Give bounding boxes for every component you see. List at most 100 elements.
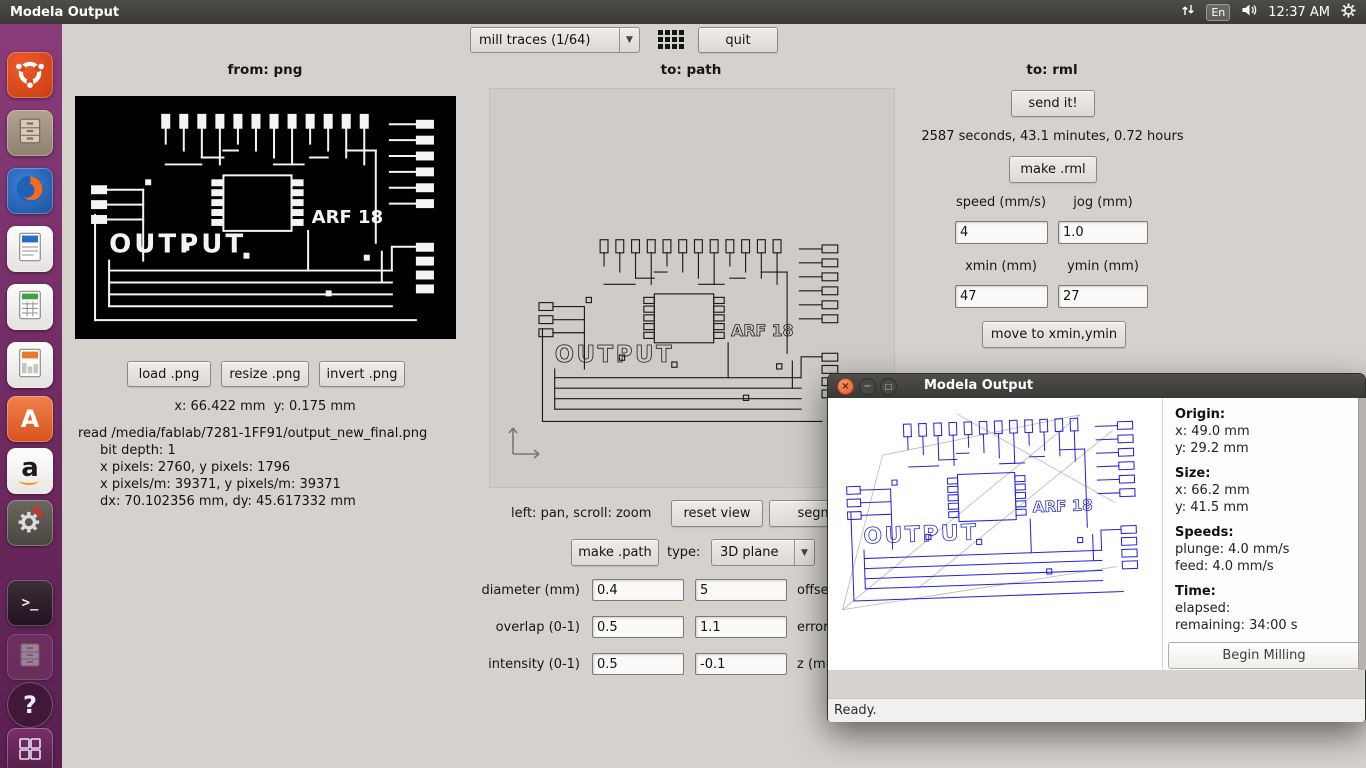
svg-text:OUTPUT: OUTPUT [863,520,979,549]
plunge-speed: plunge: 4.0 mm/s [1175,542,1290,557]
network-arrows-icon[interactable] [1181,3,1195,21]
impress-presentation-icon [16,347,44,383]
origin-y: y: 29.2 mm [1175,441,1249,456]
amazon-smile-icon [19,476,39,485]
invert-png-button[interactable]: invert .png [319,361,405,387]
info-line-ppm: x pixels/m: 39371, y pixels/m: 39371 [100,477,341,492]
make-path-button[interactable]: make .path [571,539,659,566]
size-header: Size: [1175,466,1211,481]
info-line-pixels: x pixels: 2760, y pixels: 1796 [100,460,291,475]
volume-icon[interactable] [1241,3,1257,21]
launcher-item-libreoffice-calc[interactable] [7,284,53,330]
svg-text:ARF 18: ARF 18 [731,321,793,340]
diameter-input[interactable] [592,579,684,601]
overlap-input[interactable] [592,616,684,638]
intensity-label: intensity (0-1) [488,657,580,672]
firefox-icon [13,172,47,210]
send-it-button[interactable]: send it! [1011,90,1095,117]
chevron-down-icon: ▼ [794,540,814,565]
ubuntu-logo-icon [15,58,45,92]
axes-icon [508,427,540,459]
speeds-header: Speeds: [1175,525,1234,540]
minimize-icon[interactable]: − [859,378,876,395]
overlap-label: overlap (0-1) [495,620,580,635]
launcher-item-amazon[interactable]: a [7,448,53,494]
svg-text:OUTPUT: OUTPUT [109,230,246,260]
svg-text:OUTPUT: OUTPUT [555,342,675,368]
elapsed-time: elapsed: [1175,601,1231,616]
settings-gear-icon [14,505,46,541]
svg-text:ARF 18: ARF 18 [312,207,384,228]
reset-view-button[interactable]: reset view [671,500,763,527]
keyboard-indicator[interactable]: En [1206,3,1231,21]
jog-input[interactable] [1058,221,1148,244]
z-input[interactable] [695,653,787,675]
speed-label: speed (mm/s) [955,195,1047,210]
remaining-time: remaining: 34:00 s [1175,618,1298,633]
offsets-input[interactable] [695,579,787,601]
dialog-titlebar[interactable]: × − □ Modela Output [828,374,1365,398]
xmin-input[interactable] [955,285,1048,308]
close-icon[interactable]: × [837,378,854,395]
software-center-icon: A [20,405,40,433]
load-png-button[interactable]: load .png [127,361,211,387]
coord-x: x: 66.422 mm [174,399,266,414]
from-png-header: from: png [227,62,303,78]
clock[interactable]: 12:37 AM [1268,5,1330,20]
info-line-read: read /media/fablab/7281-1FF91/output_new… [78,426,428,441]
chevron-down-icon: ▼ [619,28,639,52]
window-title: Modela Output [10,4,120,20]
launcher-item-firefox[interactable] [7,168,53,214]
error-input[interactable] [695,616,787,638]
type-select[interactable]: 3D plane ▼ [711,539,815,566]
top-panel: Modela Output En 12:37 AM [0,0,1366,24]
modela-output-dialog: × − □ Modela Output OUTPUT ARF 18 Origin:… [827,373,1366,722]
feed-speed: feed: 4.0 mm/s [1175,559,1274,574]
pcb-artwork-path: OUTPUT ARF 18 [525,224,857,438]
maximize-icon[interactable]: □ [880,378,897,395]
make-rml-button[interactable]: make .rml [1009,156,1097,183]
speed-input[interactable] [955,221,1048,244]
launcher-item-libreoffice-writer[interactable] [7,226,53,272]
intensity-input[interactable] [592,653,684,675]
to-path-header: to: path [660,62,722,78]
launcher-item-archive[interactable] [7,634,53,680]
dialog-title: Modela Output [924,378,1034,393]
dialog-scrollbar[interactable] [1358,398,1366,670]
launcher-item-ubuntu-software[interactable]: A [7,396,53,442]
screen: Modela Output En 12:37 AM A a >_ ? mill … [0,0,1366,768]
xmin-label: xmin (mm) [965,259,1037,274]
launcher-item-ubuntu-dash[interactable] [7,52,53,98]
begin-milling-button[interactable]: Begin Milling [1168,642,1360,669]
ymin-input[interactable] [1058,285,1148,308]
writer-document-icon [16,231,44,267]
unity-launcher: A a >_ ? [0,24,62,768]
info-line-bitdepth: bit depth: 1 [100,443,176,458]
coord-y: y: 0.175 mm [273,399,356,414]
fab-modules-grid-icon[interactable] [654,27,688,51]
job-info-panel: Origin: x: 49.0 mm y: 29.2 mm Size: x: 6… [1162,398,1358,670]
archive-drawers-icon [16,641,44,673]
type-label: type: [667,545,701,560]
pcb-artwork-rml: OUTPUT ARF 18 [831,400,1158,617]
quit-button[interactable]: quit [698,27,778,53]
to-rml-header: to: rml [1026,62,1078,78]
move-to-xmin-ymin-button[interactable]: move to xmin,ymin [982,321,1126,348]
question-mark-icon: ? [23,691,37,719]
time-estimate: 2587 seconds, 43.1 minutes, 0.72 hours [921,129,1184,144]
process-select[interactable]: mill traces (1/64) ▼ [470,27,640,53]
type-select-value: 3D plane [720,545,779,560]
pan-zoom-hint: left: pan, scroll: zoom [511,506,652,521]
launcher-item-terminal[interactable]: >_ [7,580,53,626]
launcher-item-libreoffice-impress[interactable] [7,342,53,388]
session-gear-icon[interactable] [1341,3,1356,22]
time-header: Time: [1175,584,1216,599]
launcher-item-help[interactable]: ? [7,682,53,728]
launcher-item-system-settings[interactable] [7,500,53,546]
launcher-item-workspaces[interactable] [7,728,53,768]
origin-x: x: 49.0 mm [1175,424,1250,439]
png-info-block: read /media/fablab/7281-1FF91/output_new… [78,425,427,510]
launcher-item-files[interactable] [7,110,53,156]
resize-png-button[interactable]: resize .png [221,361,309,387]
process-select-value: mill traces (1/64) [479,32,591,48]
